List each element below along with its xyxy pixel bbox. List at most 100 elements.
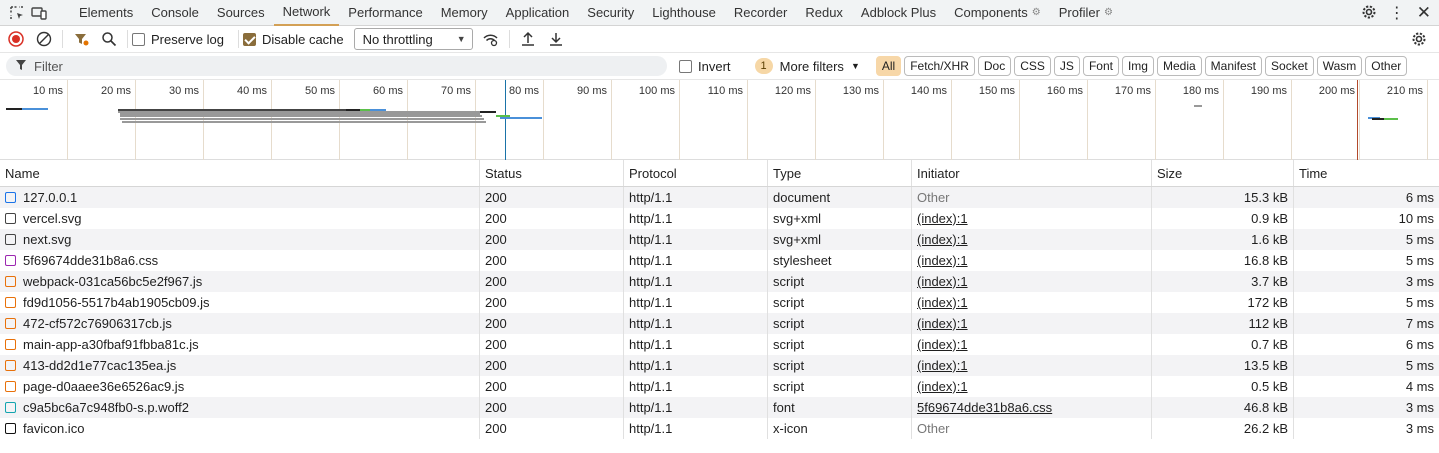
tab-recorder[interactable]: Recorder (725, 0, 796, 26)
request-name-cell[interactable]: fd9d1056-5517b4ab1905cb09.js (0, 292, 480, 313)
tab-memory[interactable]: Memory (432, 0, 497, 26)
initiator-link[interactable]: (index):1 (917, 274, 968, 289)
type-cell: script (768, 334, 912, 355)
table-row[interactable]: 127.0.0.1 200 http/1.1 document Other 15.3 kB… (0, 187, 1439, 208)
more-filters-dropdown[interactable]: 1 More filters ▼ (754, 58, 860, 74)
network-settings-gear-icon[interactable] (1405, 26, 1433, 52)
checkbox-box[interactable] (132, 32, 145, 46)
clear-icon[interactable] (30, 26, 58, 52)
column-header-time[interactable]: Time (1294, 160, 1439, 186)
waterfall-bar (480, 111, 496, 113)
request-name-cell[interactable]: main-app-a30fbaf91fbba81c.js (0, 334, 480, 355)
request-name-cell[interactable]: 127.0.0.1 (0, 187, 480, 208)
disable-cache-checkbox[interactable]: Disable cache (242, 32, 344, 47)
table-row[interactable]: webpack-031ca56bc5e2f967.js 200 http/1.1 sc… (0, 271, 1439, 292)
invert-checkbox[interactable]: Invert (679, 59, 731, 74)
initiator-link[interactable]: (index):1 (917, 253, 968, 268)
tab-adblock-plus[interactable]: Adblock Plus (852, 0, 945, 26)
table-row[interactable]: page-d0aaee36e6526ac9.js 200 http/1.1 scrip… (0, 376, 1439, 397)
filter-chip-all[interactable]: All (875, 56, 902, 76)
close-devtools-icon[interactable]: ✕ (1417, 3, 1431, 23)
preserve-log-checkbox[interactable]: Preserve log (132, 32, 224, 47)
filter-input[interactable]: Filter (6, 56, 667, 76)
inspect-element-icon[interactable] (6, 2, 28, 24)
filter-chip-font[interactable]: Font (1082, 56, 1119, 76)
column-header-size[interactable]: Size (1152, 160, 1294, 186)
throttling-select[interactable]: No throttling ▼ (353, 28, 473, 50)
filter-chip-img[interactable]: Img (1121, 56, 1154, 76)
filter-chip-manifest[interactable]: Manifest (1204, 56, 1263, 76)
timeline-tick-label: 40 ms (237, 85, 267, 97)
search-icon[interactable] (95, 26, 123, 52)
tab-elements[interactable]: Elements (70, 0, 142, 26)
filter-funnel-icon[interactable] (67, 26, 95, 52)
column-header-initiator[interactable]: Initiator (912, 160, 1152, 186)
device-toolbar-icon[interactable] (28, 2, 50, 24)
initiator-link[interactable]: (index):1 (917, 379, 968, 394)
filter-chip-socket[interactable]: Socket (1265, 56, 1314, 76)
table-row[interactable]: favicon.ico 200 http/1.1 x-icon Other 26.2 kB… (0, 418, 1439, 439)
table-row[interactable]: next.svg 200 http/1.1 svg+xml (index):1 1.6 k… (0, 229, 1439, 250)
tab-performance[interactable]: Performance (339, 0, 431, 26)
timeline-overview[interactable]: 10 ms 20 ms 30 ms 40 ms 50 ms 60 ms 70 ms 80 ms… (0, 80, 1439, 160)
table-row[interactable]: 472-cf572c76906317cb.js 200 http/1.1 script… (0, 313, 1439, 334)
initiator-link[interactable]: (index):1 (917, 232, 968, 247)
timeline-tick-label: 50 ms (305, 85, 335, 97)
tab-network[interactable]: Network (273, 0, 340, 26)
table-row[interactable]: c9a5bc6a7c948fb0-s.p.woff2 200 http/1.1 fon… (0, 397, 1439, 418)
export-har-icon[interactable] (542, 26, 570, 52)
column-header-name[interactable]: Name (0, 160, 480, 186)
filter-chip-other[interactable]: Other (1365, 56, 1408, 76)
column-header-type[interactable]: Type (768, 160, 912, 186)
request-name-cell[interactable]: 413-dd2d1e77cac135ea.js (0, 355, 480, 376)
tab-redux[interactable]: Redux (796, 0, 852, 26)
initiator-link[interactable]: 5f69674dde31b8a6.css (917, 400, 1052, 415)
filter-chip-js[interactable]: JS (1053, 56, 1080, 76)
import-har-icon[interactable] (514, 26, 542, 52)
network-conditions-icon[interactable] (477, 26, 505, 52)
table-row[interactable]: 413-dd2d1e77cac135ea.js 200 http/1.1 script… (0, 355, 1439, 376)
tab-sources[interactable]: Sources (208, 0, 274, 26)
tab-security[interactable]: Security (578, 0, 643, 26)
table-row[interactable]: 5f69674dde31b8a6.css 200 http/1.1 styleshee… (0, 250, 1439, 271)
status-cell: 200 (480, 250, 624, 271)
request-name-cell[interactable]: c9a5bc6a7c948fb0-s.p.woff2 (0, 397, 480, 418)
checkbox-box[interactable] (679, 59, 692, 73)
initiator-link[interactable]: (index):1 (917, 211, 968, 226)
tab-lighthouse[interactable]: Lighthouse (643, 0, 725, 26)
timeline-tick-label: 30 ms (169, 85, 199, 97)
column-header-protocol[interactable]: Protocol (624, 160, 768, 186)
request-name-cell[interactable]: 5f69674dde31b8a6.css (0, 250, 480, 271)
settings-gear-icon[interactable] (1361, 4, 1377, 23)
tab-components[interactable]: Components ⚙ (945, 0, 1050, 26)
table-row[interactable]: fd9d1056-5517b4ab1905cb09.js 200 http/1.1 s… (0, 292, 1439, 313)
request-name-cell[interactable]: favicon.ico (0, 418, 480, 439)
size-cell: 172 kB (1152, 292, 1294, 313)
table-row[interactable]: main-app-a30fbaf91fbba81c.js 200 http/1.1 s… (0, 334, 1439, 355)
record-stop-icon[interactable] (2, 26, 30, 52)
checkbox-box-checked[interactable] (242, 32, 256, 46)
column-header-status[interactable]: Status (480, 160, 624, 186)
filter-chip-fetchxhr[interactable]: Fetch/XHR (904, 56, 975, 76)
filter-chip-doc[interactable]: Doc (977, 56, 1012, 76)
tab-application[interactable]: Application (497, 0, 579, 26)
request-name-cell[interactable]: webpack-031ca56bc5e2f967.js (0, 271, 480, 292)
request-name-cell[interactable]: page-d0aaee36e6526ac9.js (0, 376, 480, 397)
request-name-cell[interactable]: next.svg (0, 229, 480, 250)
request-name-cell[interactable]: vercel.svg (0, 208, 480, 229)
type-cell: stylesheet (768, 250, 912, 271)
tab-profiler[interactable]: Profiler ⚙ (1050, 0, 1122, 26)
table-row[interactable]: vercel.svg 200 http/1.1 svg+xml (index):1 0.9… (0, 208, 1439, 229)
initiator-link[interactable]: (index):1 (917, 358, 968, 373)
filter-chip-wasm[interactable]: Wasm (1316, 56, 1363, 76)
request-name-cell[interactable]: 472-cf572c76906317cb.js (0, 313, 480, 334)
initiator-link[interactable]: (index):1 (917, 337, 968, 352)
filter-chip-css[interactable]: CSS (1014, 56, 1051, 76)
initiator-cell: Other (912, 187, 1152, 208)
initiator-link[interactable]: (index):1 (917, 316, 968, 331)
script-icon (5, 297, 16, 308)
more-options-icon[interactable]: ⋮ (1389, 3, 1405, 23)
filter-chip-media[interactable]: Media (1156, 56, 1202, 76)
initiator-link[interactable]: (index):1 (917, 295, 968, 310)
tab-console[interactable]: Console (142, 0, 208, 26)
